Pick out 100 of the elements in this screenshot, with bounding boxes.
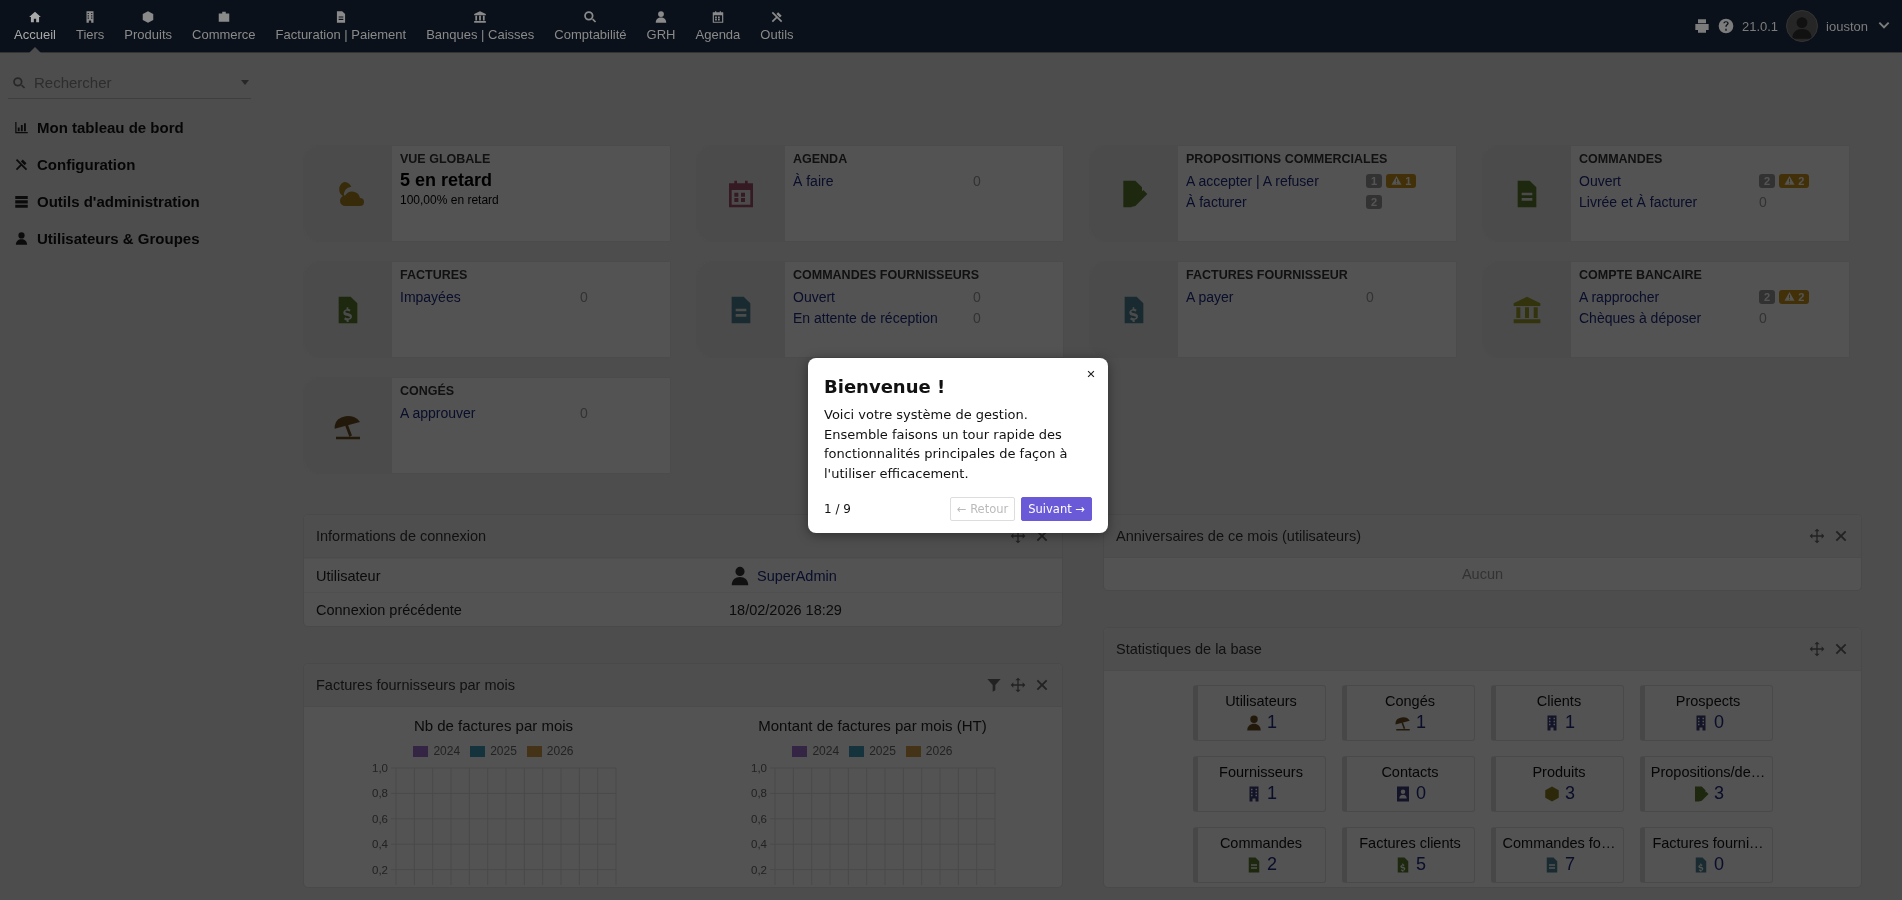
- card-link[interactable]: A approuver: [400, 404, 580, 421]
- bar-chart-icon: [14, 120, 29, 135]
- card-link[interactable]: À facturer: [1186, 193, 1366, 210]
- stat-tile[interactable]: Prospects 0: [1639, 685, 1773, 741]
- tile-label: Contacts: [1381, 764, 1439, 780]
- card-link[interactable]: Ouvert: [1579, 172, 1759, 189]
- home-icon: [27, 10, 42, 24]
- tile-label: Fournisseurs: [1219, 764, 1303, 780]
- panel-title: Statistiques de la base: [1116, 641, 1262, 657]
- user-name[interactable]: iouston: [1826, 18, 1868, 34]
- tile-label: Clients: [1536, 693, 1582, 709]
- tile-label: Produits: [1532, 764, 1586, 780]
- stat-tile[interactable]: Commandes fo… 7: [1490, 827, 1624, 883]
- avatar[interactable]: [1786, 10, 1819, 42]
- tile-label: Utilisateurs: [1225, 693, 1297, 709]
- user-icon: [1245, 713, 1263, 732]
- menu-tab[interactable]: Banques | Caisses: [416, 0, 545, 52]
- user-icon: [729, 564, 751, 587]
- briefcase-icon: [216, 10, 231, 24]
- dialog-title: Bienvenue !: [824, 376, 947, 397]
- late-badge[interactable]: 2: [1779, 173, 1810, 188]
- late-badge[interactable]: 2: [1779, 289, 1810, 304]
- tile-count: 1: [1267, 783, 1277, 804]
- card-link[interactable]: À faire: [793, 172, 973, 189]
- menu-tab[interactable]: Tiers: [65, 0, 115, 52]
- cube-icon: [1543, 784, 1561, 803]
- tile-count: 3: [1565, 783, 1575, 804]
- tools-icon: [14, 157, 29, 172]
- printer-icon[interactable]: [1693, 18, 1710, 34]
- card-title: COMMANDES: [1579, 152, 1664, 166]
- tile-count: 1: [1416, 712, 1426, 733]
- menu-tab[interactable]: Produits: [114, 0, 183, 52]
- tile-label: Prospects: [1675, 693, 1741, 709]
- tile-label: Propositions/de…: [1650, 764, 1766, 780]
- card-title: COMMANDES FOURNISSEURS: [793, 268, 981, 282]
- stat-tile[interactable]: Produits 3: [1490, 756, 1624, 812]
- tile-count: 3: [1714, 783, 1724, 804]
- card-link[interactable]: A rapprocher: [1579, 288, 1759, 305]
- card-link[interactable]: Impayées: [400, 288, 580, 305]
- card-link[interactable]: A payer: [1186, 288, 1366, 305]
- stat-tile[interactable]: Propositions/de… 3: [1639, 756, 1773, 812]
- field-label: Connexion précédente: [316, 601, 463, 618]
- warning-icon: [1784, 291, 1796, 302]
- tile-label: Factures clients: [1359, 835, 1461, 851]
- sidebar-item[interactable]: Configuration: [8, 146, 255, 183]
- tile-count: 0: [1416, 783, 1426, 804]
- tools-icon: [769, 10, 784, 24]
- sidebar-item[interactable]: Mon tableau de bord: [8, 109, 255, 146]
- stat-tile[interactable]: Factures clients 5: [1341, 827, 1475, 883]
- user-icon: [654, 10, 669, 24]
- stat-tile[interactable]: Clients 1: [1490, 685, 1624, 741]
- stat-tile[interactable]: Utilisateurs 1: [1192, 685, 1326, 741]
- menu-tab[interactable]: Facturation | Paiement: [265, 0, 417, 52]
- card-link[interactable]: En attente de réception: [793, 309, 973, 326]
- menu-tab[interactable]: Agenda: [685, 0, 751, 52]
- card-link[interactable]: Livrée et À facturer: [1579, 193, 1759, 210]
- stat-tile[interactable]: Contacts 0: [1341, 756, 1475, 812]
- stat-tile[interactable]: Factures fourni… 0: [1639, 827, 1773, 883]
- card-link[interactable]: Chèques à déposer: [1579, 309, 1759, 326]
- tile-count: 1: [1565, 712, 1575, 733]
- user-icon: [14, 231, 29, 246]
- menu-tab[interactable]: Accueil: [4, 0, 66, 52]
- panel-title: Factures fournisseurs par mois: [316, 677, 516, 693]
- sidebar-item[interactable]: Utilisateurs & Groupes: [8, 220, 255, 257]
- sidebar-item[interactable]: Outils d'administration: [8, 183, 255, 220]
- help-icon[interactable]: [1717, 18, 1734, 34]
- card-title: AGENDA: [793, 152, 849, 166]
- caret-icon[interactable]: [241, 80, 249, 85]
- menu-tab[interactable]: Outils: [750, 0, 804, 52]
- tile-label: Factures fourni…: [1652, 835, 1764, 851]
- card-title: CONGÉS: [400, 384, 456, 398]
- dialog-text: Voici votre système de gestion. Ensemble faisons un tour rapide des fonctionnalités principales de façon à l'utiliser efficacement.: [824, 406, 1069, 483]
- filter-icon[interactable]: [986, 677, 1002, 693]
- card-headline: 5 en retard: [400, 170, 494, 191]
- tile-count: 1: [1267, 712, 1277, 733]
- card-link[interactable]: Ouvert: [793, 288, 973, 305]
- tile-label: Commandes: [1219, 835, 1303, 851]
- stat-tile[interactable]: Fournisseurs 1: [1192, 756, 1326, 812]
- card-link[interactable]: A accepter | A refuser: [1186, 172, 1366, 189]
- late-badge[interactable]: 1: [1386, 173, 1417, 188]
- contact-card-icon: [1394, 784, 1412, 803]
- magnifier-icon: [583, 10, 598, 24]
- card-title: FACTURES FOURNISSEUR: [1186, 268, 1349, 282]
- tile-count: 0: [1714, 712, 1724, 733]
- user-link[interactable]: SuperAdmin: [757, 567, 837, 584]
- tile-label: Commandes fo…: [1502, 835, 1616, 851]
- stat-tile[interactable]: Congés 1: [1341, 685, 1475, 741]
- next-button[interactable]: Suivant →: [1021, 497, 1092, 521]
- cube-icon: [141, 10, 156, 24]
- bank-icon: [473, 10, 488, 24]
- menu-tab[interactable]: Comptabilité: [544, 0, 637, 52]
- version-label: 21.0.1: [1741, 18, 1779, 34]
- menu-tab[interactable]: Commerce: [182, 0, 266, 52]
- stat-tile[interactable]: Commandes 2: [1192, 827, 1326, 883]
- tile-count: 5: [1416, 854, 1426, 875]
- step-counter: 1 / 9: [824, 502, 851, 516]
- menu-tab[interactable]: GRH: [636, 0, 686, 52]
- field-label: Utilisateur: [316, 567, 382, 584]
- tile-count: 2: [1267, 854, 1277, 875]
- search-icon: [12, 75, 26, 90]
